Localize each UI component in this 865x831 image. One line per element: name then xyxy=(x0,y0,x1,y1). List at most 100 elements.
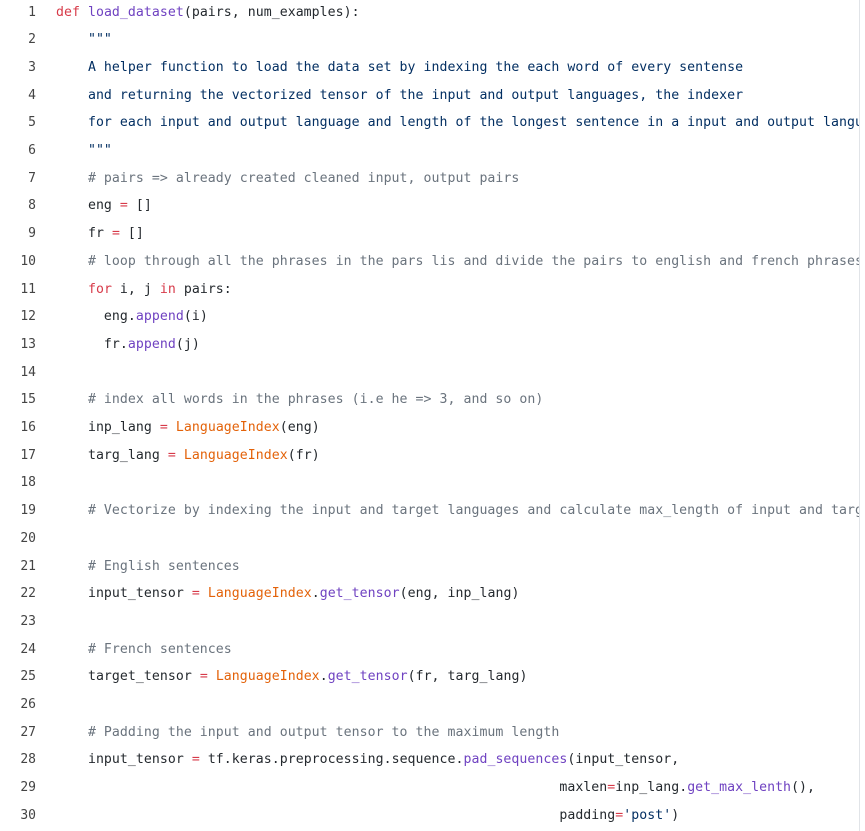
code-token: get_tensor xyxy=(319,586,400,602)
code-token: ) xyxy=(671,807,680,823)
line-number: 14 xyxy=(20,364,36,380)
line-number: 23 xyxy=(20,613,36,629)
code-text: fr = [] xyxy=(56,222,144,246)
code-token: append xyxy=(135,309,184,325)
line-number: 1 xyxy=(28,4,36,20)
code-text: # loop through all the phrases in the pa… xyxy=(56,250,860,274)
code-token: (i) xyxy=(183,309,208,325)
code-token: and returning the vectorized tensor of t… xyxy=(56,87,744,103)
code-token: . xyxy=(311,586,320,602)
code-token: LanguageIndex xyxy=(215,669,320,685)
line-number: 2 xyxy=(28,32,36,48)
code-token: in xyxy=(159,281,176,297)
code-text: target_tensor = LanguageIndex.get_tensor… xyxy=(56,665,527,689)
code-token: i, j xyxy=(111,281,160,297)
line-number: 8 xyxy=(28,198,36,214)
code-token: = xyxy=(159,420,168,435)
code-token: # French sentences xyxy=(56,641,232,657)
code-token: # loop through all the phrases in the pa… xyxy=(56,253,860,269)
code-token: (fr) xyxy=(287,447,320,463)
line-number: 13 xyxy=(20,336,36,352)
line-number: 4 xyxy=(28,87,36,103)
code-token: tf.keras.preprocessing.sequence. xyxy=(199,752,464,768)
code-token: for each input and output language and l… xyxy=(56,115,860,131)
code-token: 'post' xyxy=(623,807,672,823)
code-token: (input_tensor, xyxy=(567,752,680,768)
code-token: for xyxy=(87,281,112,297)
code-token: = xyxy=(199,669,208,685)
code-line: 26 xyxy=(0,693,860,717)
code-line: 16 inp_lang = LanguageIndex(eng) xyxy=(0,416,860,440)
line-number: 19 xyxy=(20,503,36,519)
code-token: maxlen xyxy=(56,780,608,796)
code-text: # pairs => already created cleaned input… xyxy=(56,167,519,191)
code-line: 13 fr.append(j) xyxy=(0,333,860,357)
code-text: # Vectorize by indexing the input and ta… xyxy=(56,499,860,523)
code-token: input_tensor xyxy=(56,752,192,768)
code-line: 5 for each input and output language and… xyxy=(0,111,860,135)
code-line: 25 target_tensor = LanguageIndex.get_ten… xyxy=(0,665,860,689)
code-token: # pairs => already created cleaned input… xyxy=(56,170,520,186)
code-token: (eng, inp_lang) xyxy=(399,586,520,602)
code-token: LanguageIndex xyxy=(183,447,288,463)
code-line: 15 # index all words in the phrases (i.e… xyxy=(0,388,860,412)
code-token: = xyxy=(119,198,128,214)
code-token: = xyxy=(111,226,120,242)
line-number: 11 xyxy=(20,281,36,297)
code-token: LanguageIndex xyxy=(175,420,280,435)
code-line: 1 def load_dataset(pairs, num_examples): xyxy=(0,1,860,25)
code-token: # Vectorize by indexing the input and ta… xyxy=(56,503,860,519)
code-line: 19 # Vectorize by indexing the input and… xyxy=(0,499,860,523)
code-text: # index all words in the phrases (i.e he… xyxy=(56,388,543,412)
code-token: (j) xyxy=(175,336,200,352)
code-editor[interactable]: 1 def load_dataset(pairs, num_examples): 2… xyxy=(0,0,865,831)
code-token: # Padding the input and output tensor to… xyxy=(56,724,560,740)
code-text: eng = [] xyxy=(56,194,152,218)
code-token: . xyxy=(319,669,328,685)
line-number: 24 xyxy=(20,641,36,657)
code-token: target_tensor xyxy=(56,669,200,685)
code-token: """ xyxy=(56,32,112,48)
code-text: # French sentences xyxy=(56,638,232,662)
code-token: get_tensor xyxy=(327,669,408,685)
code-line: 30 padding='post') xyxy=(0,804,860,828)
code-text: A helper function to load the data set b… xyxy=(56,56,743,80)
code-line: 29 maxlen=inp_lang.get_max_lenth(), xyxy=(0,776,860,800)
code-text: # English sentences xyxy=(56,555,240,579)
code-token: LanguageIndex xyxy=(207,586,312,602)
line-number: 22 xyxy=(20,586,36,602)
code-token: inp_lang. xyxy=(615,780,688,796)
code-line: 27 # Padding the input and output tensor… xyxy=(0,721,860,745)
code-text: fr.append(j) xyxy=(56,333,200,357)
code-token: = xyxy=(167,447,176,463)
line-number: 20 xyxy=(20,530,36,546)
code-line: 18 xyxy=(0,471,860,495)
line-number: 9 xyxy=(28,226,36,242)
code-text: eng.append(i) xyxy=(56,305,208,329)
code-line: 14 xyxy=(0,361,860,385)
line-number: 3 xyxy=(28,59,36,75)
code-text: and returning the vectorized tensor of t… xyxy=(56,84,743,108)
line-number: 15 xyxy=(20,392,36,408)
code-text: targ_lang = LanguageIndex(fr) xyxy=(56,444,320,468)
line-number: 10 xyxy=(20,253,36,269)
code-text: def load_dataset(pairs, num_examples): xyxy=(56,1,360,25)
code-line: 3 A helper function to load the data set… xyxy=(0,56,860,80)
code-token: eng xyxy=(56,198,120,214)
code-token: targ_lang xyxy=(56,447,168,463)
line-number: 17 xyxy=(20,447,36,463)
code-token: [] xyxy=(127,198,152,214)
code-token: get_max_lenth xyxy=(687,780,792,796)
code-line: 17 targ_lang = LanguageIndex(fr) xyxy=(0,444,860,468)
line-number: 18 xyxy=(20,475,36,491)
line-number: 5 xyxy=(28,115,36,131)
code-text: """ xyxy=(56,28,112,52)
code-token: input_tensor xyxy=(56,586,192,602)
code-token: pairs: xyxy=(175,281,232,297)
code-line: 6 """ xyxy=(0,139,860,163)
code-token: eng. xyxy=(56,309,136,325)
code-token: """ xyxy=(56,143,112,158)
